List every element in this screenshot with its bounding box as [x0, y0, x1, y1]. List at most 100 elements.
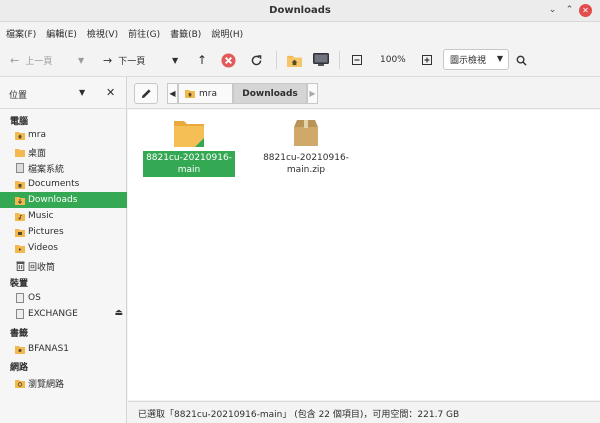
- file-item-zip[interactable]: 8821cu-20210916- main.zip: [258, 118, 354, 177]
- file-name: 8821cu-20210916- main: [143, 151, 235, 177]
- pictures-folder-icon: [15, 227, 25, 237]
- sidebar-item-music[interactable]: Music: [0, 208, 127, 224]
- sidebar-item-exchange[interactable]: EXCHANGE ⏏: [0, 306, 127, 322]
- zoom-level: 100%: [380, 55, 406, 65]
- sidebar-item-downloads[interactable]: Downloads: [0, 192, 127, 208]
- downloads-folder-icon: [15, 195, 25, 205]
- menu-help[interactable]: 說明(H): [211, 27, 243, 40]
- sidebar-item-label: 桌面: [28, 148, 47, 159]
- menu-edit[interactable]: 編輯(E): [46, 27, 77, 40]
- sidebar-item-label: 檔案系統: [28, 164, 65, 175]
- trash-icon: [15, 261, 25, 271]
- path-scroll-left-button[interactable]: ◀: [167, 83, 178, 104]
- arrow-right-icon: →: [103, 53, 113, 67]
- sidebar-item-label: Videos: [28, 243, 58, 253]
- arrow-left-icon: ←: [10, 53, 20, 67]
- back-button[interactable]: ← 上一頁: [10, 50, 52, 70]
- arrow-up-icon: ↑: [197, 53, 208, 67]
- back-history-dropdown[interactable]: ▼: [78, 50, 84, 70]
- sidebar-header: 位置 ▼ ✕: [0, 77, 127, 109]
- folder-icon: [174, 121, 204, 147]
- close-button[interactable]: ✕: [579, 4, 592, 17]
- view-mode-label: 圖示檢視: [450, 56, 487, 66]
- network-share-icon: [15, 344, 25, 354]
- documents-folder-icon: [15, 179, 25, 189]
- zoom-in-button[interactable]: [422, 50, 432, 70]
- file-item-folder[interactable]: 8821cu-20210916- main: [140, 118, 238, 177]
- sidebar-item-browse-network[interactable]: 瀏覽網路: [0, 375, 127, 391]
- chevron-right-icon: ▶: [309, 89, 316, 98]
- search-button[interactable]: [516, 50, 527, 70]
- forward-button[interactable]: → 下一頁: [103, 50, 145, 70]
- menu-file[interactable]: 檔案(F): [6, 27, 36, 40]
- home-folder-icon: [287, 55, 302, 67]
- menu-view[interactable]: 檢視(V): [87, 27, 118, 40]
- status-bar: 已選取「8821cu-20210916-main」 (包含 22 個項目)，可用…: [128, 401, 600, 423]
- sidebar: 位置 ▼ ✕ 電腦 mra 桌面 檔案系統 Documents Download…: [0, 77, 127, 423]
- sidebar-item-pictures[interactable]: Pictures: [0, 224, 127, 240]
- menu-bar: 檔案(F) 編輯(E) 檢視(V) 前往(G) 書籤(B) 說明(H): [0, 22, 600, 44]
- sidebar-item-documents[interactable]: Documents: [0, 176, 127, 192]
- section-computer: 電腦: [10, 117, 29, 127]
- search-icon: [516, 55, 527, 66]
- computer-icon: [313, 53, 329, 66]
- file-view[interactable]: 8821cu-20210916- main 8821cu-20210916- m…: [128, 110, 600, 400]
- sidebar-title: 位置: [9, 91, 28, 101]
- sidebar-item-label: OS: [28, 293, 41, 303]
- toolbar-separator: [339, 51, 340, 69]
- file-name-line: 8821cu-20210916-: [263, 153, 349, 163]
- zoom-out-icon: [352, 55, 362, 65]
- sidebar-item-trash[interactable]: 回收筒: [0, 258, 127, 274]
- sidebar-item-label: mra: [28, 130, 46, 140]
- back-label: 上一頁: [25, 56, 53, 67]
- drive-icon: [15, 309, 25, 319]
- sidebar-item-label: BFANAS1: [28, 344, 70, 354]
- menu-bookmarks[interactable]: 書籤(B): [170, 27, 201, 40]
- file-name-line: 8821cu-20210916-: [146, 153, 232, 163]
- toolbar-separator: [276, 51, 277, 69]
- music-folder-icon: [15, 211, 25, 221]
- section-network: 網路: [10, 363, 29, 373]
- maximize-button[interactable]: ⌃: [563, 4, 576, 17]
- path-scroll-right-button[interactable]: ▶: [307, 83, 318, 104]
- menu-go[interactable]: 前往(G): [128, 27, 160, 40]
- sidebar-item-label: Documents: [28, 179, 80, 189]
- view-mode-select[interactable]: 圖示檢視 ▼: [443, 49, 509, 70]
- section-devices: 裝置: [10, 279, 29, 289]
- chevron-left-icon: ◀: [169, 89, 176, 98]
- sidebar-item-bfanas1[interactable]: BFANAS1: [0, 341, 127, 357]
- breadcrumb-downloads[interactable]: Downloads: [233, 83, 307, 104]
- sidebar-item-desktop[interactable]: 桌面: [0, 144, 127, 160]
- sidebar-item-videos[interactable]: Videos: [0, 240, 127, 256]
- sidebar-item-label: Music: [28, 211, 54, 221]
- toggle-location-entry-button[interactable]: [134, 83, 158, 104]
- sidebar-item-label: Pictures: [28, 227, 64, 237]
- sidebar-item-label: 瀏覽網路: [28, 379, 65, 390]
- breadcrumb-label: Downloads: [242, 88, 298, 99]
- up-button[interactable]: ↑: [197, 50, 207, 70]
- stop-button[interactable]: [221, 50, 236, 70]
- path-bar: ◀ mra Downloads ▶: [127, 77, 600, 109]
- sidebar-item-label: 回收筒: [28, 262, 56, 273]
- sidebar-close-button[interactable]: ✕: [106, 86, 115, 99]
- sidebar-mode-dropdown[interactable]: ▼: [79, 88, 85, 97]
- forward-history-dropdown[interactable]: ▼: [172, 50, 178, 70]
- breadcrumb-mra[interactable]: mra: [178, 83, 233, 104]
- sidebar-item-label: EXCHANGE: [28, 309, 78, 319]
- archive-icon: [294, 120, 318, 146]
- zoom-out-button[interactable]: [352, 50, 362, 70]
- breadcrumb-label: mra: [199, 88, 217, 99]
- eject-icon[interactable]: ⏏: [114, 308, 123, 318]
- sidebar-item-os[interactable]: OS: [0, 290, 127, 306]
- forward-label: 下一頁: [118, 56, 146, 67]
- minimize-button[interactable]: ⌄: [546, 4, 559, 17]
- sidebar-item-mra[interactable]: mra: [0, 127, 127, 143]
- home-button[interactable]: [287, 50, 302, 70]
- pencil-icon: [141, 89, 151, 99]
- drive-icon: [15, 163, 25, 173]
- reload-button[interactable]: [250, 50, 263, 70]
- drive-icon: [15, 293, 25, 303]
- computer-button[interactable]: [313, 50, 329, 70]
- status-text: 已選取「8821cu-20210916-main」 (包含 22 個項目)，可用…: [138, 410, 460, 420]
- sidebar-item-filesystem[interactable]: 檔案系統: [0, 160, 127, 176]
